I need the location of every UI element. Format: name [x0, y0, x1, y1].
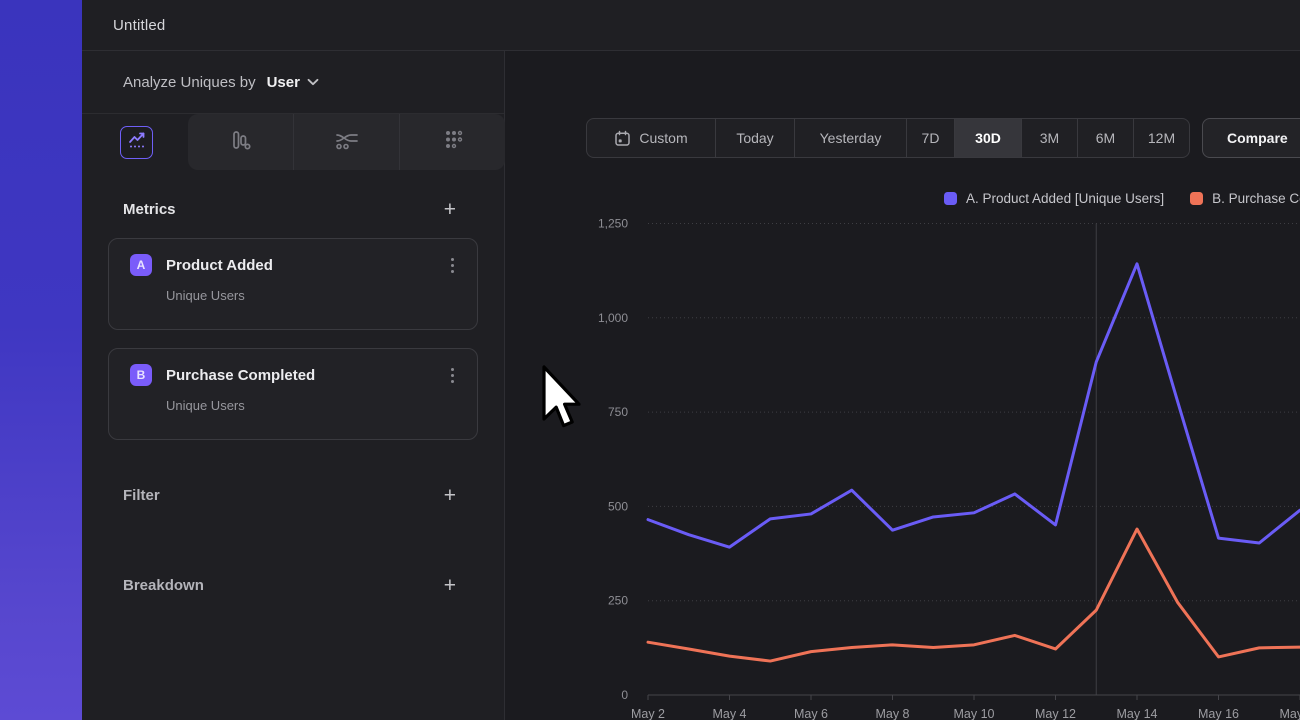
tab-grid-chart[interactable] — [399, 114, 505, 170]
range-button-12m[interactable]: 12M — [1133, 119, 1189, 157]
range-button-30d[interactable]: 30D — [954, 119, 1021, 157]
bar-chart-icon — [228, 127, 254, 158]
tab-line-chart[interactable] — [120, 126, 153, 159]
breakdown-section-header: Breakdown + — [82, 568, 504, 602]
svg-text:250: 250 — [608, 594, 628, 608]
svg-text:500: 500 — [608, 499, 628, 513]
range-button-custom[interactable]: Custom — [587, 119, 715, 157]
chevron-down-icon[interactable] — [307, 78, 319, 86]
metric-letter-badge: A — [130, 254, 152, 276]
metric-menu-kebab-icon[interactable] — [448, 255, 457, 276]
line-chart[interactable]: 0 250 500 750 1,000 1,250 May 2 May 4 May 6 May 8… — [505, 170, 1300, 720]
metrics-section-header: Metrics + — [82, 192, 504, 226]
svg-text:May 8: May 8 — [875, 707, 909, 720]
compare-button[interactable]: Compare — [1202, 118, 1300, 158]
add-breakdown-button[interactable]: + — [444, 575, 456, 596]
metric-measure[interactable]: Unique Users — [166, 398, 457, 413]
flow-chart-icon — [333, 128, 361, 157]
svg-text:1,250: 1,250 — [598, 217, 628, 231]
date-range-bar: CustomTodayYesterday7D30D3M6M12M — [586, 118, 1190, 158]
range-button-6m[interactable]: 6M — [1077, 119, 1133, 157]
metric-measure[interactable]: Unique Users — [166, 288, 457, 303]
svg-text:May 12: May 12 — [1035, 707, 1076, 720]
breakdown-title: Breakdown — [123, 577, 204, 594]
analyze-value-dropdown[interactable]: User — [267, 74, 300, 91]
svg-text:0: 0 — [621, 688, 628, 702]
calendar-icon — [614, 130, 631, 147]
left-gradient-strip — [0, 0, 82, 720]
metric-card-a[interactable]: A Product Added Unique Users — [108, 238, 478, 330]
metric-card-b[interactable]: B Purchase Completed Unique Users — [108, 348, 478, 440]
add-metric-button[interactable]: + — [444, 199, 456, 220]
top-bar: Untitled — [82, 0, 1300, 51]
line-chart-icon — [127, 130, 147, 155]
svg-text:May 6: May 6 — [794, 707, 828, 720]
tab-bar-chart[interactable] — [188, 114, 293, 170]
filter-title: Filter — [123, 487, 160, 504]
svg-text:May 14: May 14 — [1117, 707, 1158, 720]
tab-flow-chart[interactable] — [293, 114, 399, 170]
chart-type-tab-group — [188, 114, 505, 170]
svg-text:750: 750 — [608, 405, 628, 419]
metric-letter-badge: B — [130, 364, 152, 386]
metric-name[interactable]: Product Added — [166, 257, 448, 274]
analyze-label: Analyze Uniques by — [123, 74, 256, 91]
svg-text:May 10: May 10 — [954, 707, 995, 720]
range-button-yesterday[interactable]: Yesterday — [794, 119, 906, 157]
filter-section-header: Filter + — [82, 478, 504, 512]
metric-name[interactable]: Purchase Completed — [166, 367, 448, 384]
range-button-7d[interactable]: 7D — [906, 119, 954, 157]
query-builder-panel: Analyze Uniques by User — [82, 51, 505, 720]
metric-menu-kebab-icon[interactable] — [448, 365, 457, 386]
analyze-row: Analyze Uniques by User — [82, 51, 504, 114]
svg-text:May 4: May 4 — [712, 707, 746, 720]
svg-text:May 18: May 18 — [1280, 707, 1300, 720]
svg-text:1,000: 1,000 — [598, 311, 628, 325]
metrics-title: Metrics — [123, 201, 176, 218]
range-button-3m[interactable]: 3M — [1021, 119, 1077, 157]
svg-text:May 2: May 2 — [631, 707, 665, 720]
grid-dots-icon — [440, 127, 466, 158]
add-filter-button[interactable]: + — [444, 485, 456, 506]
svg-text:May 16: May 16 — [1198, 707, 1239, 720]
analytics-app: { "window": { "title": "Untitled" }, "si… — [0, 0, 1300, 720]
chart-type-tabs — [82, 114, 504, 170]
range-button-today[interactable]: Today — [715, 119, 794, 157]
report-title[interactable]: Untitled — [113, 17, 165, 34]
